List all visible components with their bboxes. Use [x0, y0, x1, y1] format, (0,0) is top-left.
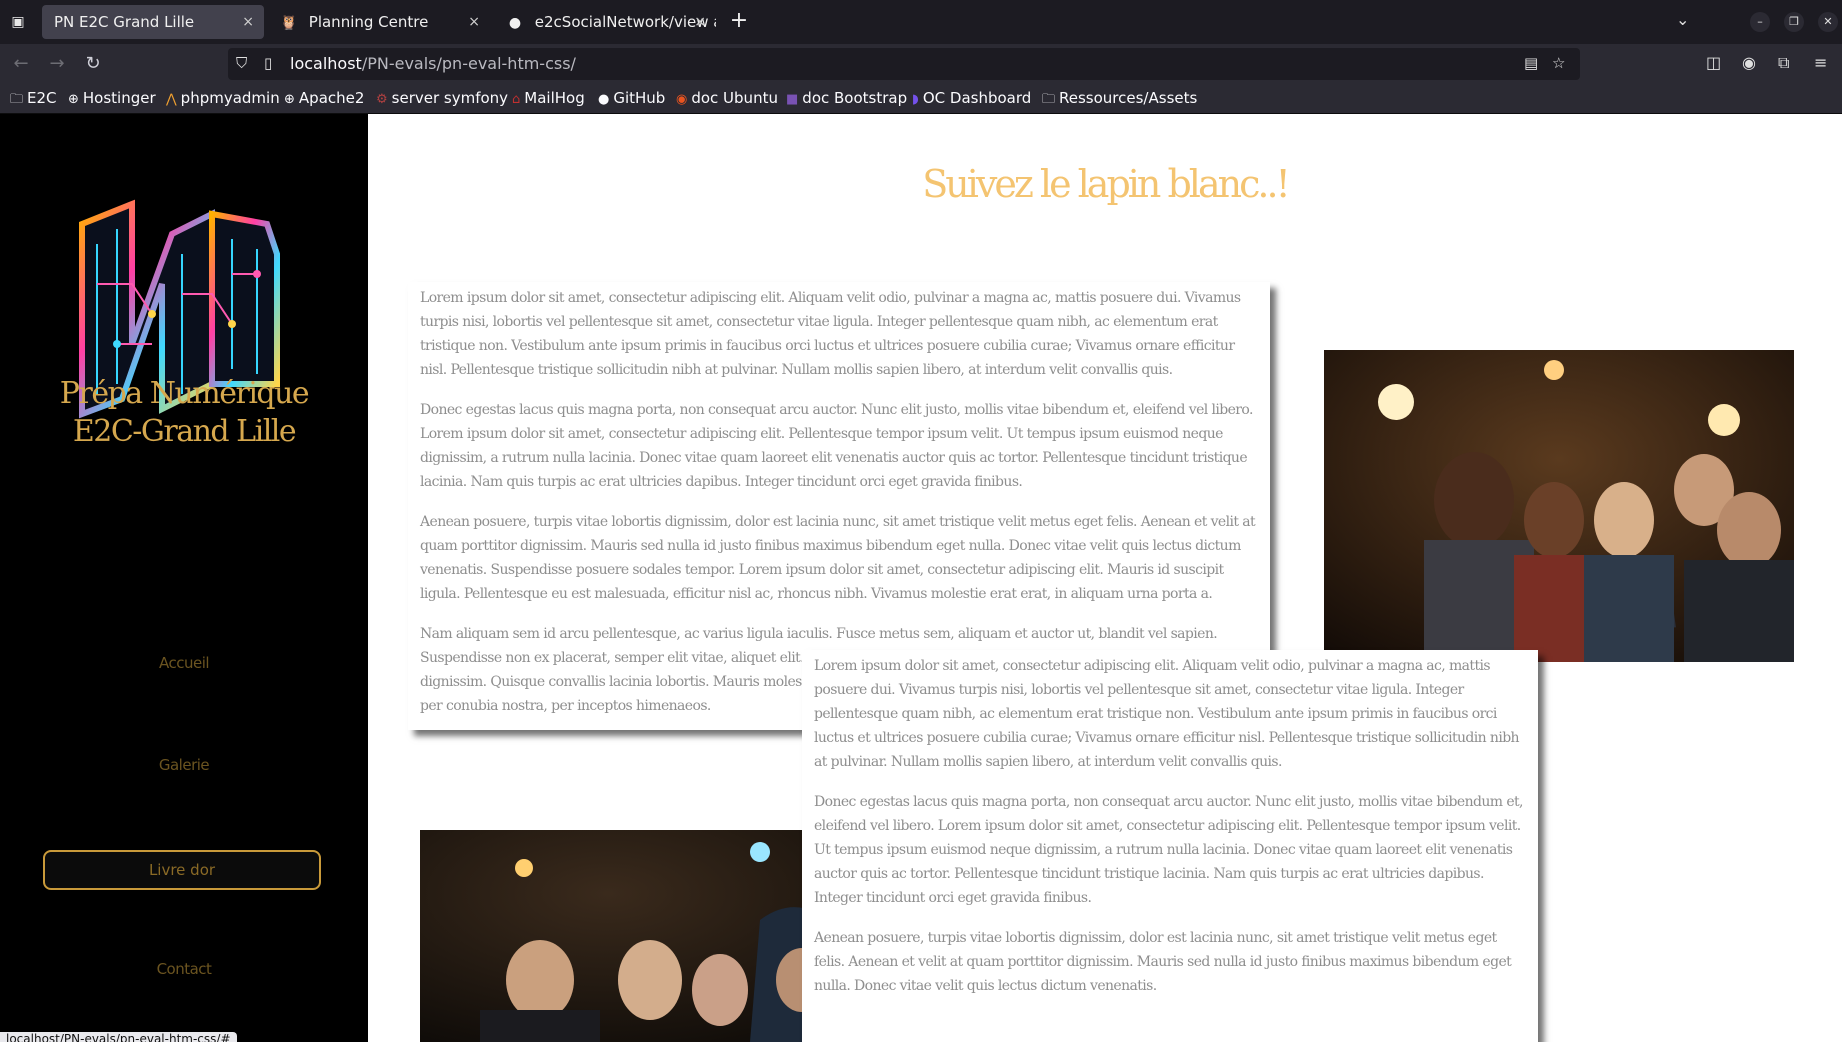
url-text[interactable]: localhost/PN-evals/pn-eval-htm-css/ — [290, 54, 576, 73]
tab-pn-e2c[interactable]: PN E2C Grand Lille × — [42, 5, 264, 39]
bookmark-doc-ubuntu[interactable]: ◉ doc Ubuntu — [676, 89, 778, 107]
bookmark-github[interactable]: ● GitHub — [598, 89, 665, 107]
close-window-icon[interactable]: ✕ — [1818, 12, 1838, 32]
tab-title: Planning Centre — [308, 13, 429, 31]
bookmark-label: Apache2 — [298, 89, 365, 107]
bookmark-label: doc Bootstrap — [802, 89, 908, 107]
card-paragraph: Aenean posuere, turpis vitae lobortis di… — [420, 514, 1256, 602]
brand-line-1: Prépa Numérique — [59, 376, 310, 411]
text-card-2: Lorem ipsum dolor sit amet, consectetur … — [802, 650, 1538, 1042]
chevron-down-icon[interactable]: ⌄ — [1676, 10, 1689, 29]
bookmark-mailhog[interactable]: ⌂ MailHog — [512, 89, 585, 107]
nav-item-livre-dor[interactable]: Livre dor — [43, 850, 321, 890]
sidebar: Prépa Numérique E2C-Grand Lille Accueil … — [0, 114, 368, 1042]
reader-view-icon[interactable]: ▤ — [1524, 54, 1538, 72]
mailhog-icon: ⌂ — [512, 92, 521, 107]
new-tab-button[interactable]: + — [726, 6, 752, 38]
url-bar[interactable]: ⛉ ▯ localhost/PN-evals/pn-eval-htm-css/ … — [228, 48, 1580, 80]
bookmark-apache2[interactable]: ⊕ Apache2 — [284, 89, 364, 107]
shield-icon[interactable]: ⛉ — [236, 54, 247, 72]
github-icon: ● — [598, 92, 610, 107]
folder-icon: 🗀 — [10, 92, 24, 107]
page-title: Suivez le lapin blanc..! — [922, 162, 1291, 206]
symfony-icon: ⚙ — [376, 92, 388, 107]
page-icon: ▯ — [264, 54, 273, 72]
tab-title: PN E2C Grand Lille — [54, 13, 195, 31]
bookmark-e2c[interactable]: 🗀 E2C — [10, 89, 57, 112]
close-icon[interactable]: × — [242, 5, 254, 39]
extensions-icon[interactable]: ⧉ — [1778, 53, 1789, 73]
tab-github[interactable]: ● e2cSocialNetwork/view a × — [494, 5, 716, 39]
globe-icon: ⊕ — [284, 92, 295, 107]
bookmark-label: server symfony — [391, 89, 509, 107]
bookmark-phpmyadmin[interactable]: ⋀ phpmyadmin — [166, 89, 280, 107]
forward-icon[interactable]: → — [44, 51, 70, 77]
card-paragraph: Aenean posuere, turpis vitae lobortis di… — [814, 930, 1512, 994]
owl-icon: 🦉 — [280, 15, 298, 31]
card-paragraph: Donec egestas lacus quis magna porta, no… — [420, 402, 1253, 490]
tab-planning-centre[interactable]: 🦉 Planning Centre × — [268, 5, 490, 39]
bookmark-label: Hostinger — [82, 89, 156, 107]
globe-icon: ⊕ — [68, 92, 79, 107]
menu-icon[interactable]: ≡ — [1814, 53, 1827, 72]
card-paragraph: Lorem ipsum dolor sit amet, consectetur … — [420, 290, 1241, 378]
bootstrap-icon: ■ — [786, 92, 799, 107]
bookmark-label: Ressources/Assets — [1059, 89, 1198, 107]
browser-tabbar: ▣ PN E2C Grand Lille × 🦉 Planning Centre… — [0, 0, 1842, 44]
pocket-icon[interactable]: ◫ — [1706, 53, 1721, 72]
status-bar-url: localhost/PN-evals/pn-eval-htm-css/# — [0, 1032, 237, 1042]
bookmark-doc-bootstrap[interactable]: ■ doc Bootstrap — [786, 89, 907, 107]
url-host: localhost — [290, 54, 362, 73]
card-paragraph: Lorem ipsum dolor sit amet, consectetur … — [814, 658, 1520, 770]
brand-line-2: E2C-Grand Lille — [72, 414, 297, 449]
github-icon: ● — [508, 15, 522, 31]
close-icon[interactable]: × — [468, 5, 480, 39]
folder-icon: 🗀 — [1042, 92, 1056, 107]
browser-navbar: ← → ↻ ⛉ ▯ localhost/PN-evals/pn-eval-htm… — [0, 44, 1842, 84]
photo-friends-game — [1324, 350, 1794, 662]
bookmark-ressources-assets[interactable]: 🗀 Ressources/Assets — [1042, 89, 1197, 112]
bookmark-label: GitHub — [613, 89, 666, 107]
ubuntu-icon: ◉ — [676, 92, 688, 107]
url-path: /PN-evals/pn-eval-htm-css/ — [361, 54, 576, 73]
bookmark-label: phpmyadmin — [180, 89, 280, 107]
bookmark-server-symfony[interactable]: ⚙ server symfony — [376, 89, 508, 107]
back-icon[interactable]: ← — [8, 51, 34, 77]
bookmark-hostinger[interactable]: ⊕ Hostinger — [68, 89, 156, 107]
main-content: Suivez le lapin blanc..! Lorem ipsum dol… — [368, 114, 1842, 1042]
bookmark-oc-dashboard[interactable]: ◗ OC Dashboard — [912, 89, 1031, 107]
nav-item-accueil[interactable]: Accueil — [0, 654, 368, 672]
bookmarks-bar: 🗀 E2C ⊕ Hostinger ⋀ phpmyadmin ⊕ Apache2 ⚙ se… — [0, 84, 1842, 114]
firefox-view-icon[interactable]: ▣ — [6, 10, 30, 34]
tab-title: e2cSocialNetwork/view a — [534, 13, 716, 31]
card-paragraph: Donec egestas lacus quis magna porta, no… — [814, 794, 1523, 906]
account-icon[interactable]: ◉ — [1742, 53, 1756, 72]
bookmark-label: E2C — [27, 89, 57, 107]
bookmark-label: doc Ubuntu — [691, 89, 778, 107]
nav-item-galerie[interactable]: Galerie — [0, 756, 368, 774]
close-icon[interactable]: × — [694, 5, 706, 39]
phpmyadmin-icon: ⋀ — [166, 92, 177, 107]
nav-item-contact[interactable]: Contact — [0, 960, 368, 978]
restore-icon[interactable]: ❐ — [1784, 12, 1804, 32]
star-icon[interactable]: ☆ — [1552, 54, 1565, 72]
bookmark-label: OC Dashboard — [922, 89, 1032, 107]
bookmark-label: MailHog — [524, 89, 585, 107]
openclassrooms-icon: ◗ — [912, 92, 919, 107]
minimize-icon[interactable]: – — [1750, 12, 1770, 32]
reload-icon[interactable]: ↻ — [80, 51, 106, 77]
